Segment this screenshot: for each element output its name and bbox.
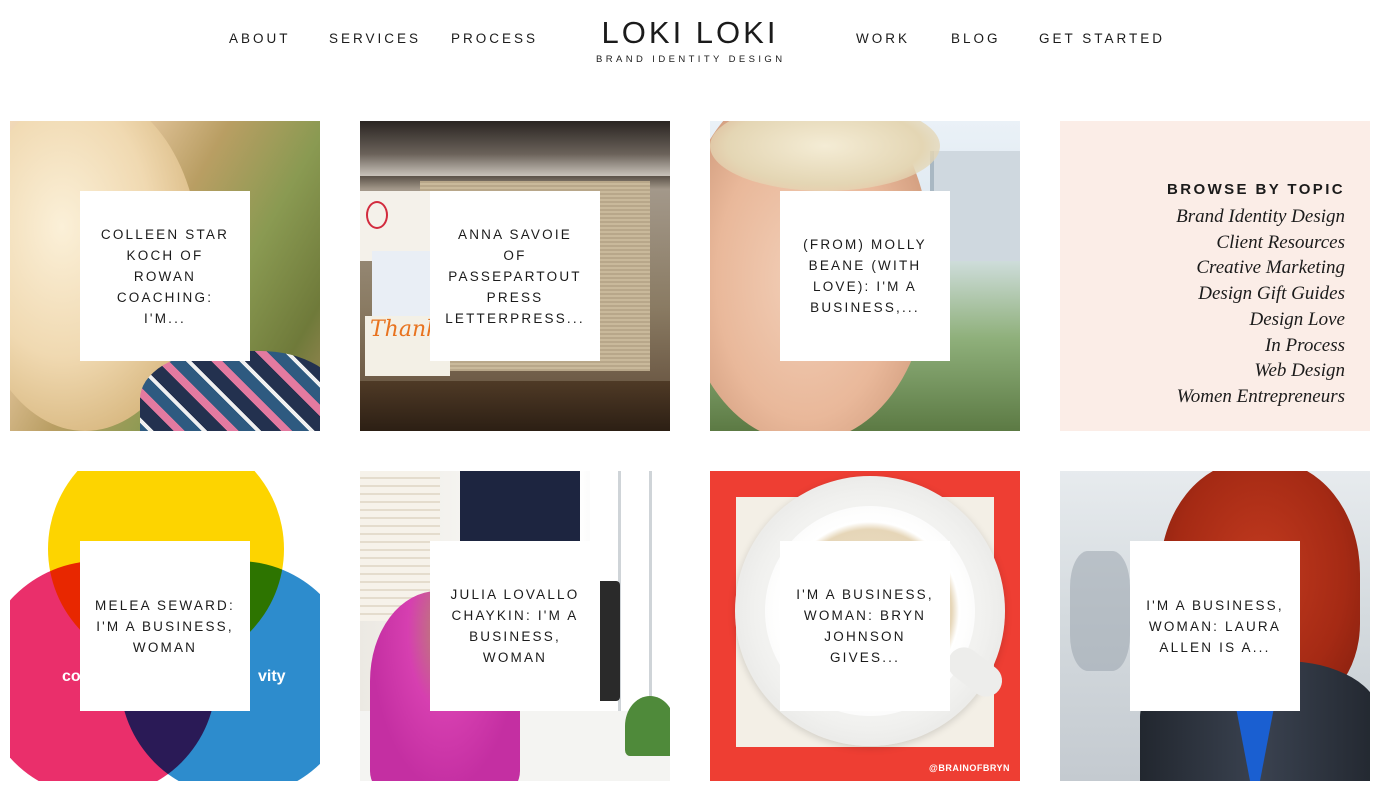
post-image [360,121,670,176]
post-tile-colleen[interactable]: COLLEEN STAR KOCH OF ROWAN COACHING: I'M… [10,121,320,431]
topic-link-brand-identity-design[interactable]: Brand Identity Design [1167,204,1345,230]
post-tile-molly[interactable]: (FROM) MOLLY BEANE (WITH LOVE): I'M A BU… [710,121,1020,431]
post-tile-bryn[interactable]: @BRAINOFBRYN I'M A BUSINESS, WOMAN: BRYN… [710,471,1020,781]
nav-blog[interactable]: BLOG [951,31,1001,46]
post-title: MELEA SEWARD: I'M A BUSINESS, WOMAN [95,597,235,655]
post-image [1070,551,1130,671]
topic-link-design-love[interactable]: Design Love [1167,307,1345,333]
post-title: JULIA LOVALLO CHAYKIN: I'M A BUSINESS, W… [450,587,580,665]
topic-link-client-resources[interactable]: Client Resources [1167,230,1345,256]
logo-name: LOKI LOKI [601,15,779,50]
topic-link-in-process[interactable]: In Process [1167,333,1345,359]
post-caption-box[interactable]: I'M A BUSINESS, WOMAN: LAURA ALLEN IS A.… [1130,541,1300,711]
nav-work[interactable]: WORK [856,31,910,46]
topic-link-web-design[interactable]: Web Design [1167,358,1345,384]
nav-about[interactable]: ABOUT [229,31,291,46]
venn-text-left: co [62,668,81,685]
topic-link-women-entrepreneurs[interactable]: Women Entrepreneurs [1167,384,1345,410]
post-caption-box[interactable]: JULIA LOVALLO CHAYKIN: I'M A BUSINESS, W… [430,541,600,711]
nav-process[interactable]: PROCESS [451,31,538,46]
post-tile-melea[interactable]: co vity MELEA SEWARD: I'M A BUSINESS, WO… [10,471,320,781]
topic-link-creative-marketing[interactable]: Creative Marketing [1167,255,1345,281]
post-title: COLLEEN STAR KOCH OF ROWAN COACHING: I'M… [100,226,230,326]
site-header: ABOUT SERVICES PROCESS LOKI LOKI BRAND I… [0,0,1380,90]
post-title: I'M A BUSINESS, WOMAN: BRYN JOHNSON GIVE… [796,587,934,665]
post-caption-box[interactable]: ANNA SAVOIE OF PASSEPARTOUT PRESS LETTER… [430,191,600,361]
post-caption-box[interactable]: COLLEEN STAR KOCH OF ROWAN COACHING: I'M… [80,191,250,361]
post-caption-box[interactable]: MELEA SEWARD: I'M A BUSINESS, WOMAN [80,541,250,711]
site-logo[interactable]: LOKI LOKI BRAND IDENTITY DESIGN [596,15,786,66]
nav-services[interactable]: SERVICES [329,31,421,46]
post-tile-julia[interactable]: JULIA LOVALLO CHAYKIN: I'M A BUSINESS, W… [360,471,670,781]
image-credit: @BRAINOFBRYN [929,763,1010,773]
post-caption-box[interactable]: I'M A BUSINESS, WOMAN: BRYN JOHNSON GIVE… [780,541,950,711]
post-tile-laura[interactable]: I'M A BUSINESS, WOMAN: LAURA ALLEN IS A.… [1060,471,1370,781]
browse-by-topic-panel: BROWSE BY TOPIC Brand Identity Design Cl… [1060,121,1370,431]
topic-list: Brand Identity Design Client Resources C… [1167,204,1345,410]
browse-heading: BROWSE BY TOPIC [1167,181,1345,198]
logo-tagline: BRAND IDENTITY DESIGN [596,54,786,65]
venn-text-right: vity [258,668,286,685]
post-title: I'M A BUSINESS, WOMAN: LAURA ALLEN IS A.… [1146,597,1284,655]
post-title: ANNA SAVOIE OF PASSEPARTOUT PRESS LETTER… [445,226,585,326]
post-tile-anna[interactable]: Thank you! ANNA SAVOIE OF PASSEPARTOUT P… [360,121,670,431]
topic-link-design-gift-guides[interactable]: Design Gift Guides [1167,281,1345,307]
post-title: (FROM) MOLLY BEANE (WITH LOVE): I'M A BU… [803,237,927,315]
nav-get-started[interactable]: GET STARTED [1039,31,1165,46]
post-caption-box[interactable]: (FROM) MOLLY BEANE (WITH LOVE): I'M A BU… [780,191,950,361]
